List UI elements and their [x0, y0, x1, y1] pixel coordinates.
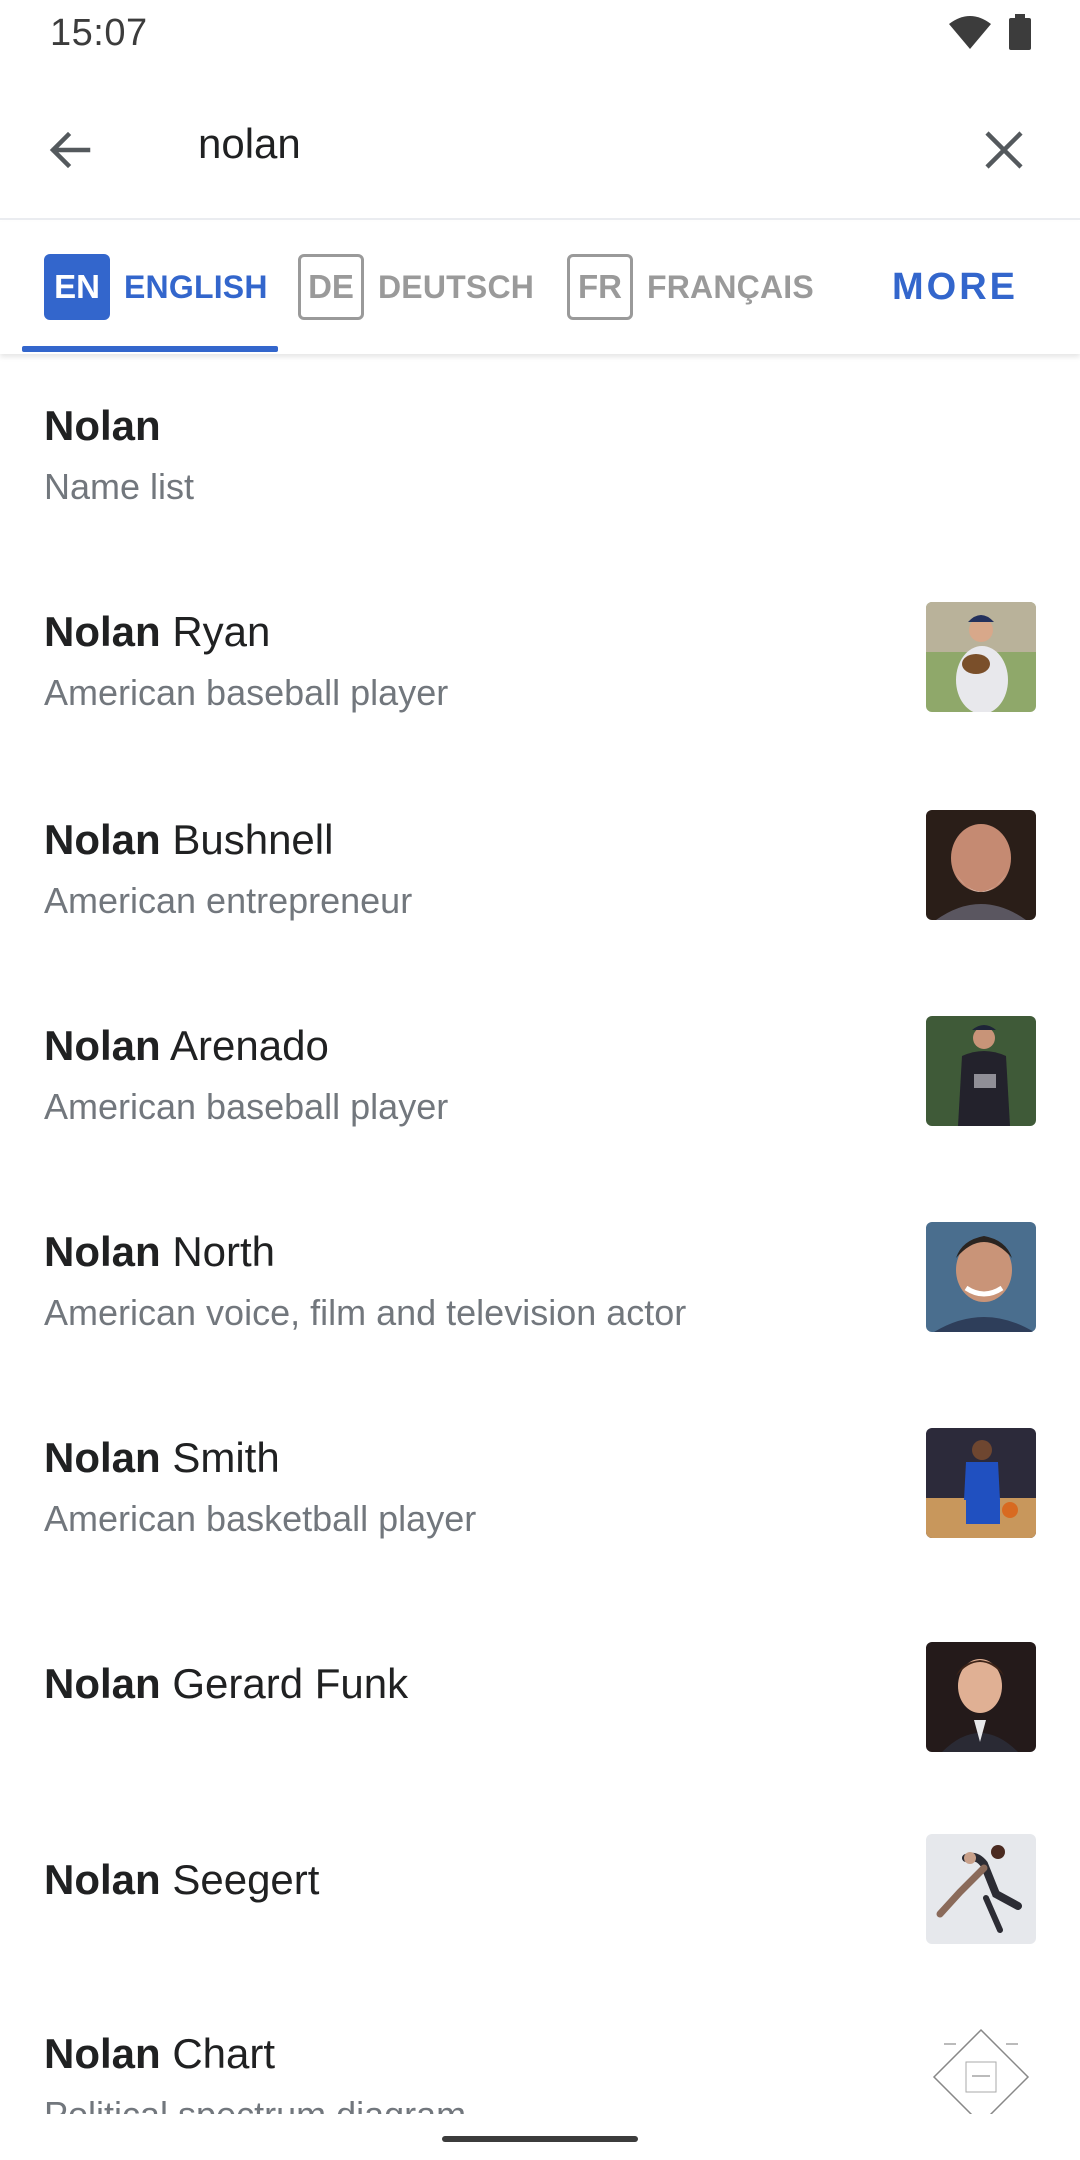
result-title-rest: North	[160, 1228, 276, 1275]
result-title-match: Nolan	[44, 1022, 161, 1069]
result-item[interactable]: Nolan Smith American basketball player	[0, 1376, 1080, 1582]
language-name: ENGLISH	[124, 268, 268, 305]
baseball-player-thumbnail	[926, 1016, 1036, 1126]
result-title-rest: Arenado	[160, 1022, 329, 1069]
result-title: Nolan Bushnell	[44, 816, 333, 864]
search-results: Nolan Name list Nolan Ryan American base…	[0, 354, 1080, 2114]
result-title-match: Nolan	[44, 402, 161, 449]
result-title-match: Nolan	[44, 2030, 161, 2077]
result-item[interactable]: Nolan Gerard Funk	[0, 1582, 1080, 1782]
result-title: Nolan Chart	[44, 2030, 275, 2078]
language-code-badge: EN	[44, 254, 110, 320]
result-title: Nolan Seegert	[44, 1856, 319, 1904]
result-description: American entrepreneur	[44, 880, 413, 921]
search-bar	[0, 68, 1080, 220]
figure-skating-thumbnail	[926, 1834, 1036, 1944]
wifi-icon	[949, 16, 991, 49]
search-input[interactable]	[198, 112, 938, 176]
result-title-rest: Smith	[160, 1434, 280, 1481]
result-title-match: Nolan	[44, 1856, 161, 1903]
portrait-thumbnail	[926, 1222, 1036, 1332]
language-tabs: EN ENGLISH DE DEUTSCH FR FRANÇAIS MORE	[0, 222, 1080, 354]
result-title: Nolan North	[44, 1228, 275, 1276]
result-title-rest: Ryan	[160, 608, 271, 655]
result-title-match: Nolan	[44, 816, 161, 863]
result-title-match: Nolan	[44, 608, 161, 655]
tab-deutsch[interactable]: DE DEUTSCH	[298, 222, 534, 352]
result-item[interactable]: Nolan Ryan American baseball player	[0, 552, 1080, 758]
result-title-rest: Seegert	[160, 1856, 320, 1903]
result-item[interactable]: Nolan Name list	[0, 354, 1080, 552]
result-description: American baseball player	[44, 672, 449, 713]
tab-francais[interactable]: FR FRANÇAIS	[567, 222, 814, 352]
language-name: FRANÇAIS	[647, 268, 814, 305]
result-title-match: Nolan	[44, 1660, 161, 1707]
basketball-player-thumbnail	[926, 1428, 1036, 1538]
battery-icon	[1009, 14, 1031, 50]
result-description: American basketball player	[44, 1498, 477, 1539]
back-button[interactable]	[30, 110, 110, 190]
result-item[interactable]: Nolan Chart Political spectrum diagram	[0, 1972, 1080, 2114]
diagram-thumbnail	[926, 2022, 1036, 2114]
result-description: American voice, film and television acto…	[44, 1292, 687, 1333]
portrait-thumbnail	[926, 810, 1036, 920]
arrow-left-icon	[49, 131, 91, 169]
result-description: American baseball player	[44, 1086, 449, 1127]
result-item[interactable]: Nolan North American voice, film and tel…	[0, 1170, 1080, 1376]
gesture-navigation-bar[interactable]	[442, 2136, 638, 2142]
language-code-badge: DE	[298, 254, 364, 320]
baseball-player-thumbnail	[926, 602, 1036, 712]
more-languages-button[interactable]: MORE	[880, 222, 1030, 352]
language-code-badge: FR	[567, 254, 633, 320]
tab-english[interactable]: EN ENGLISH	[44, 222, 268, 352]
clear-button[interactable]	[964, 110, 1044, 190]
result-title-match: Nolan	[44, 1228, 161, 1275]
result-title: Nolan	[44, 402, 161, 450]
result-item[interactable]: Nolan Seegert	[0, 1782, 1080, 1972]
result-title: Nolan Arenado	[44, 1022, 329, 1070]
active-tab-indicator	[22, 346, 278, 352]
result-title: Nolan Gerard Funk	[44, 1660, 408, 1708]
result-title: Nolan Ryan	[44, 608, 270, 656]
result-title: Nolan Smith	[44, 1434, 280, 1482]
result-description: Name list	[44, 466, 195, 507]
result-title-rest: Chart	[160, 2030, 276, 2077]
result-description: Political spectrum diagram	[44, 2094, 466, 2114]
result-item[interactable]: Nolan Bushnell American entrepreneur	[0, 758, 1080, 964]
result-title-rest: Bushnell	[160, 816, 334, 863]
result-title-match: Nolan	[44, 1434, 161, 1481]
portrait-thumbnail	[926, 1642, 1036, 1752]
app-screen: 15:07 EN ENGLISH DE DEUT	[0, 0, 1080, 2160]
status-bar: 15:07	[0, 0, 1080, 68]
result-title-rest: Gerard Funk	[160, 1660, 409, 1707]
language-name: DEUTSCH	[378, 268, 535, 305]
close-icon	[985, 131, 1023, 169]
status-time: 15:07	[50, 12, 148, 54]
result-item[interactable]: Nolan Arenado American baseball player	[0, 964, 1080, 1170]
